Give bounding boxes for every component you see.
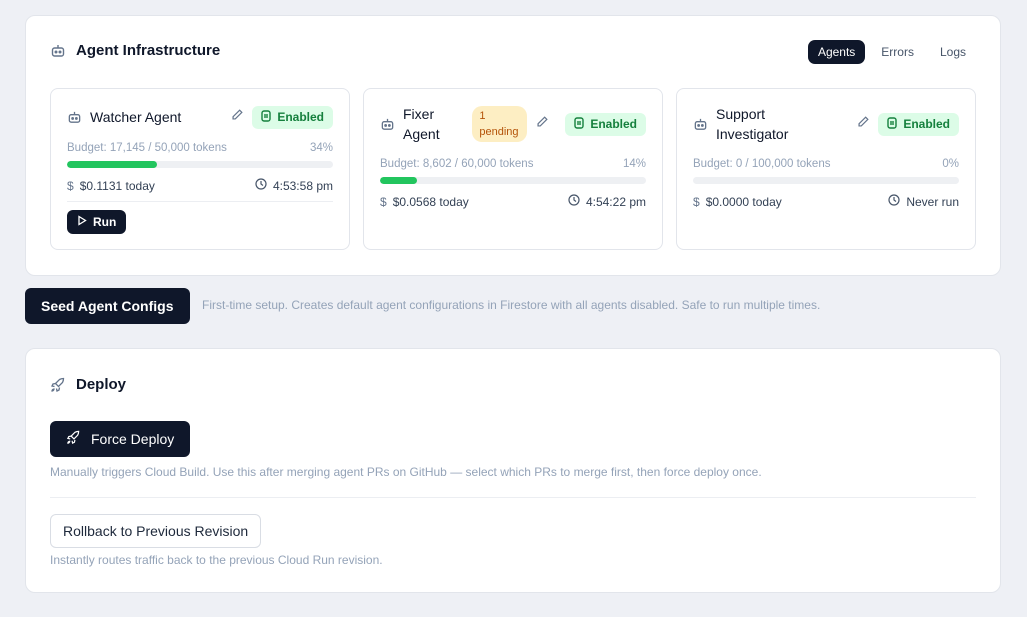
dollar-icon: $	[67, 178, 74, 193]
agent-name: Watcher Agent	[90, 109, 182, 125]
agent-infrastructure-card: Agent Infrastructure Agents Errors Logs …	[25, 15, 1001, 276]
agent-name-line-2: Investigator	[716, 126, 789, 142]
rocket-icon	[50, 377, 66, 393]
deploy-header: Deploy	[50, 376, 126, 393]
budget-text: Budget: 0 / 100,000 tokens	[693, 158, 831, 170]
toggle-icon	[574, 116, 585, 132]
budget-progress-bar	[380, 177, 646, 184]
rocket-icon	[66, 430, 81, 448]
cost-today: $0.0568 today	[392, 194, 469, 209]
divider	[67, 201, 333, 202]
toggle-icon	[887, 116, 898, 132]
status-toggle[interactable]: Enabled	[565, 112, 646, 136]
infra-tabs: Agents Errors Logs	[807, 40, 976, 64]
agent-name: Support Investigator	[716, 104, 788, 144]
status-toggle[interactable]: Enabled	[878, 112, 959, 136]
budget-text: Budget: 17,145 / 50,000 tokens	[67, 142, 227, 154]
agent-name-line-1: Fixer	[403, 106, 435, 122]
agent-name: Fixer Agent	[403, 104, 464, 144]
dollar-icon: $	[693, 194, 700, 209]
budget-percent: 0%	[942, 158, 959, 170]
budget-progress-fill	[380, 177, 418, 184]
agent-name-line-2: Agent	[403, 126, 440, 142]
infra-title: Agent Infrastructure	[76, 42, 221, 59]
tab-errors[interactable]: Errors	[871, 40, 924, 64]
seed-note: First-time setup. Creates default agent …	[202, 298, 821, 312]
last-run-time: Never run	[906, 194, 959, 209]
budget-row: Budget: 8,602 / 60,000 tokens 14%	[380, 158, 646, 170]
agent-card-watcher: Watcher Agent Enabled Budget: 17,145 / 5…	[50, 88, 350, 250]
force-deploy-label: Force Deploy	[91, 431, 175, 447]
budget-text: Budget: 8,602 / 60,000 tokens	[380, 158, 534, 170]
status-label: Enabled	[277, 110, 324, 124]
pencil-icon[interactable]	[230, 108, 244, 127]
play-icon	[77, 215, 87, 229]
budget-percent: 34%	[309, 142, 333, 154]
pending-label: pending	[479, 126, 519, 138]
cost-today: $0.1131 today	[79, 178, 155, 193]
clock-icon	[255, 178, 267, 193]
pencil-icon[interactable]	[535, 115, 549, 134]
agent-card-fixer: Fixer Agent 1 pending Enabled Budget: 8,…	[363, 88, 663, 250]
budget-progress-bar	[67, 161, 333, 168]
tab-logs[interactable]: Logs	[930, 40, 976, 64]
status-toggle[interactable]: Enabled	[252, 105, 333, 129]
deploy-card: Deploy Force Deploy Manually triggers Cl…	[25, 348, 1001, 593]
pending-badge: 1 pending	[472, 106, 528, 142]
budget-row: Budget: 0 / 100,000 tokens 0%	[693, 158, 959, 170]
budget-row: Budget: 17,145 / 50,000 tokens 34%	[67, 142, 333, 154]
bot-icon	[67, 110, 82, 125]
bot-icon	[380, 117, 395, 132]
clock-icon	[888, 194, 900, 209]
pencil-icon[interactable]	[856, 115, 870, 134]
run-button[interactable]: Run	[67, 210, 127, 234]
meta-row: $ $0.1131 today 4:53:58 pm	[67, 178, 333, 193]
bot-icon	[50, 43, 66, 59]
last-run-time: 4:53:58 pm	[272, 178, 333, 193]
budget-progress-fill	[67, 161, 158, 168]
agent-header: Fixer Agent 1 pending Enabled	[380, 103, 646, 145]
cost-today: $0.0000 today	[705, 194, 782, 209]
pending-count: 1	[479, 110, 486, 122]
budget-percent: 14%	[622, 158, 646, 170]
bot-icon	[693, 117, 708, 132]
status-label: Enabled	[590, 117, 637, 131]
run-label: Run	[93, 215, 117, 229]
agent-name-line-1: Support	[716, 106, 766, 122]
dollar-icon: $	[380, 194, 387, 209]
agent-card-support: Support Investigator Enabled Budget: 0 /…	[676, 88, 976, 250]
budget-progress-bar	[693, 177, 959, 184]
force-deploy-button[interactable]: Force Deploy	[50, 421, 191, 457]
meta-row: $ $0.0568 today 4:54:22 pm	[380, 194, 646, 209]
tab-agents[interactable]: Agents	[807, 40, 866, 64]
force-deploy-note: Manually triggers Cloud Build. Use this …	[50, 465, 762, 479]
status-label: Enabled	[903, 117, 950, 131]
clock-icon	[568, 194, 580, 209]
divider	[50, 497, 976, 498]
agent-header: Support Investigator Enabled	[693, 103, 959, 145]
last-run-time: 4:54:22 pm	[585, 194, 646, 209]
rollback-button[interactable]: Rollback to Previous Revision	[50, 514, 262, 548]
seed-agent-configs-button[interactable]: Seed Agent Configs	[25, 288, 190, 324]
infra-header: Agent Infrastructure	[50, 42, 220, 59]
rollback-note: Instantly routes traffic back to the pre…	[50, 553, 383, 567]
toggle-icon	[261, 109, 272, 125]
meta-row: $ $0.0000 today Never run	[693, 194, 959, 209]
agent-header: Watcher Agent Enabled	[67, 97, 333, 137]
deploy-title: Deploy	[76, 376, 127, 393]
